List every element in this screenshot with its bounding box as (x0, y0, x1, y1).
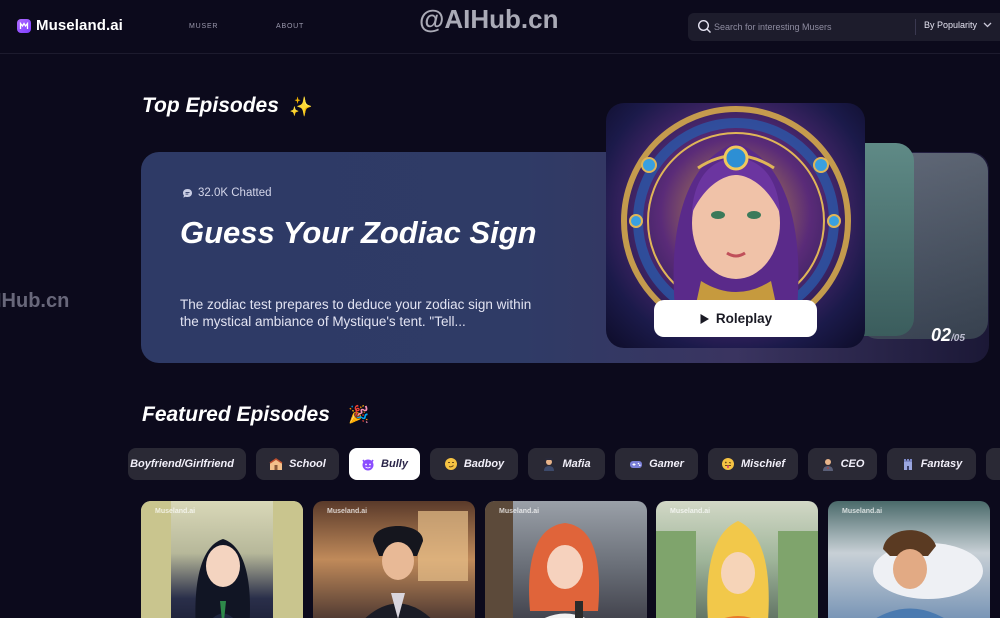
nav-link-about[interactable]: ABOUT (276, 23, 304, 30)
top-episodes-heading: Top Episodes (142, 94, 279, 117)
gamepad-icon (630, 461, 643, 468)
play-icon (700, 313, 709, 324)
category-chip-school[interactable]: School (256, 448, 339, 480)
chevron-down-icon (983, 22, 992, 28)
ceo-icon (822, 459, 833, 471)
episode-card[interactable]: Museland.ai (828, 501, 990, 618)
school-icon (269, 458, 283, 470)
category-chip-overflow[interactable] (986, 448, 1000, 480)
category-chip-label: Gamer (649, 458, 684, 470)
category-chip-mischief[interactable]: Mischief (708, 448, 798, 480)
search-icon (697, 19, 711, 33)
category-chip-gamer[interactable]: Gamer (615, 448, 698, 480)
card-watermark: Museland.ai (499, 508, 540, 515)
category-chip-label: School (289, 458, 326, 470)
roleplay-button[interactable]: Roleplay (654, 300, 817, 337)
category-chip-label: Mischief (740, 458, 785, 470)
carousel-pager: 02/05 (931, 325, 965, 346)
tongue-face-icon (721, 458, 734, 470)
category-chip-ceo[interactable]: CEO (808, 448, 877, 480)
chatted-count-text: 32.0K Chatted (198, 187, 272, 199)
card-watermark: Museland.ai (327, 508, 368, 515)
category-chip-label: Boyfriend/Girlfriend (130, 458, 234, 470)
logo-text: Museland.ai (36, 17, 123, 34)
episode-card[interactable]: Museland.ai (485, 501, 647, 618)
sort-dropdown-label: By Popularity (924, 20, 978, 30)
category-chip-bully[interactable]: Bully (349, 448, 420, 480)
featured-episodes-heading: Featured Episodes (142, 403, 330, 426)
category-chip-label: Badboy (463, 458, 505, 470)
search-input[interactable] (714, 20, 904, 34)
party-popper-icon: 🎉 (348, 405, 370, 424)
category-chip-label: Mafia (562, 458, 591, 470)
episode-card[interactable]: Museland.ai (141, 501, 303, 618)
card-watermark: Museland.ai (842, 508, 883, 515)
card-watermark: Museland.ai (670, 508, 711, 515)
side-watermark-text: IHub.cn (0, 290, 70, 312)
logo[interactable]: Museland.ai (17, 17, 123, 34)
episode-card[interactable]: Museland.ai (656, 501, 818, 618)
mafia-icon (544, 458, 555, 471)
devil-icon (362, 459, 374, 471)
episode-card[interactable]: Museland.ai (313, 501, 475, 618)
episode-card-illustration (141, 501, 303, 618)
category-chip-label: Fantasy (920, 458, 963, 470)
nav-link-muser[interactable]: MUSER (189, 23, 218, 30)
chatted-count: 32.0K Chatted (182, 187, 272, 199)
category-chip-label: Bully (381, 458, 408, 470)
pager-current: 02 (931, 325, 952, 345)
museland-logo-icon (17, 18, 31, 33)
smirk-icon (444, 458, 457, 470)
episode-title: Guess Your Zodiac Sign (180, 215, 537, 250)
card-watermark: Museland.ai (155, 508, 196, 515)
sort-dropdown[interactable]: By Popularity (924, 20, 992, 30)
sparkles-icon: ✨ (289, 97, 313, 118)
roleplay-button-label: Roleplay (715, 311, 773, 326)
episode-card-illustration (365, 511, 468, 618)
pager-total: /05 (951, 333, 965, 344)
chat-bubble-icon (183, 188, 192, 198)
category-chip-label: CEO (840, 458, 865, 470)
category-chip-badboy[interactable]: Badboy (430, 448, 518, 480)
watermark-text: @AIHub.cn (419, 4, 559, 34)
category-chip-fantasy[interactable]: Fantasy (887, 448, 976, 480)
episode-card-illustration (656, 521, 818, 618)
search-divider (915, 19, 916, 35)
category-chip-boyfriend-girlfriend[interactable]: Boyfriend/Girlfriend (128, 448, 246, 480)
episode-card-illustration (485, 501, 600, 618)
episode-card-illustration (873, 530, 983, 618)
category-chip-mafia[interactable]: Mafia (528, 448, 605, 480)
castle-icon (903, 459, 912, 470)
episode-description: The zodiac test prepares to deduce your … (180, 297, 532, 329)
